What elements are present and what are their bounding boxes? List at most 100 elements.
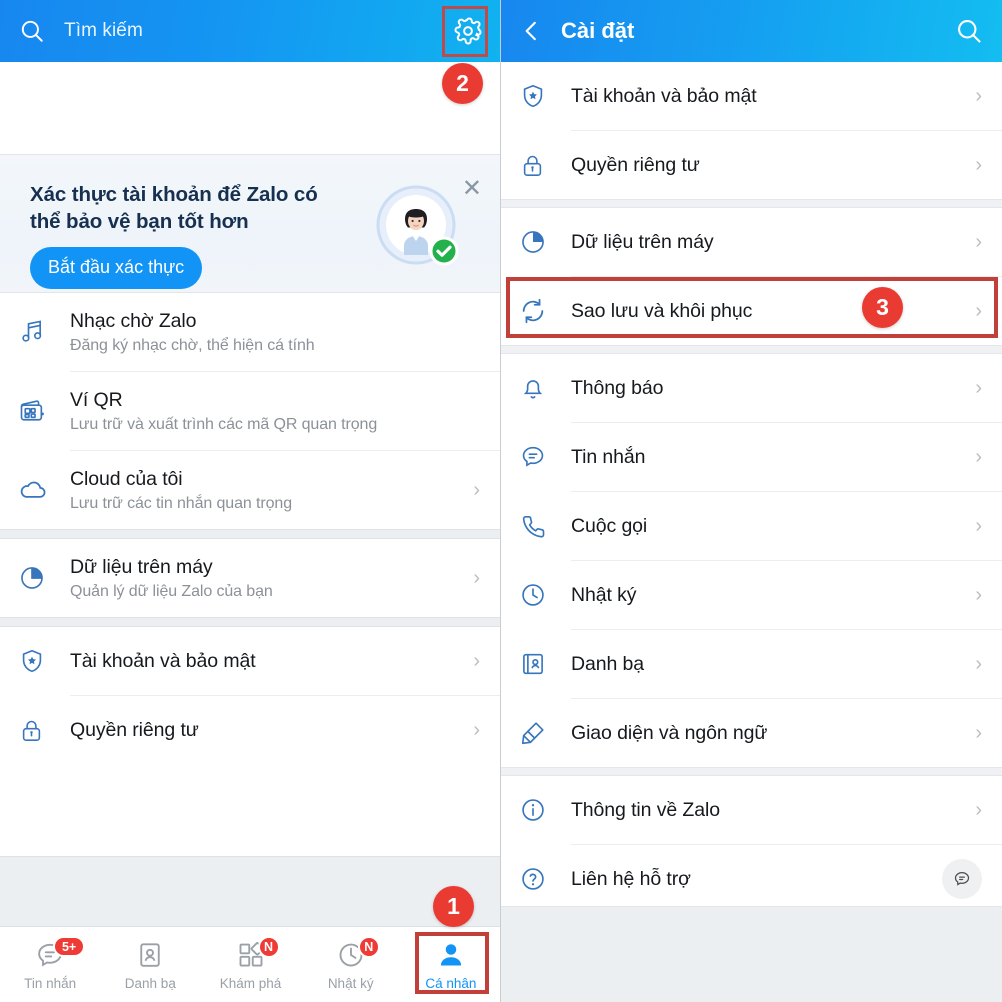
bottom-nav-nhat-ky[interactable]: N Nhật ký bbox=[301, 927, 401, 1002]
settings-app-bar: Cài đặt bbox=[501, 0, 1002, 62]
discover-grid-icon: N bbox=[236, 936, 280, 970]
list-item-vi-qr[interactable]: Ví QR Lưu trữ và xuất trình các mã QR qu… bbox=[0, 372, 500, 450]
list-item-nhac-cho-zalo[interactable]: Nhạc chờ Zalo Đăng ký nhạc chờ, thể hiện… bbox=[0, 293, 500, 371]
settings-item-title: Giao diện và ngôn ngữ bbox=[571, 721, 768, 744]
step-badge-1: 1 bbox=[433, 886, 474, 927]
settings-item-title: Tin nhắn bbox=[571, 445, 646, 468]
settings-item-title: Nhật ký bbox=[571, 583, 637, 606]
chevron-right-icon: › bbox=[975, 652, 982, 675]
chevron-right-icon: › bbox=[975, 514, 982, 537]
bottom-nav-danh-ba[interactable]: Danh bạ bbox=[100, 927, 200, 1002]
verified-avatar-illustration bbox=[376, 185, 462, 271]
settings-item-text: Nhật ký bbox=[571, 584, 967, 607]
bottom-nav-ca-nhan[interactable]: Cá nhân bbox=[401, 927, 500, 1002]
list-item-text: Quyền riêng tư bbox=[70, 719, 465, 742]
chevron-right-icon: › bbox=[473, 718, 480, 741]
chat-bubble-icon: 5+ bbox=[35, 936, 86, 970]
bottom-filler bbox=[0, 856, 500, 926]
settings-item-tai-khoan-va-bao-mat[interactable]: Tài khoản và bảo mật › bbox=[501, 62, 1002, 130]
sync-refresh-icon bbox=[519, 297, 571, 325]
settings-item-lien-he-ho-tro[interactable]: Liên hệ hỗ trợ bbox=[501, 845, 1002, 913]
search-placeholder-text: Tìm kiếm bbox=[64, 20, 143, 41]
search-icon[interactable] bbox=[0, 18, 64, 44]
settings-item-title: Thông tin về Zalo bbox=[571, 798, 720, 821]
pie-chart-icon bbox=[519, 228, 571, 256]
list-item-quyen-rieng-tu[interactable]: Quyền riêng tư › bbox=[0, 696, 500, 764]
start-verification-button[interactable]: Bắt đầu xác thực bbox=[30, 246, 203, 289]
new-badge: N bbox=[257, 936, 280, 958]
contacts-icon bbox=[135, 938, 165, 970]
settings-item-thong-tin-ve-zalo[interactable]: Thông tin về Zalo › bbox=[501, 776, 1002, 844]
chevron-right-icon: › bbox=[975, 376, 982, 399]
search-bar[interactable]: Tìm kiếm bbox=[0, 18, 436, 44]
pie-chart-icon bbox=[18, 564, 70, 592]
settings-item-giao-dien-va-ngon-ngu[interactable]: Giao diện và ngôn ngữ › bbox=[501, 699, 1002, 767]
chevron-right-icon: › bbox=[975, 84, 982, 107]
search-icon[interactable] bbox=[936, 17, 1002, 45]
qr-wallet-icon bbox=[18, 397, 70, 425]
list-item-text: Dữ liệu trên máy Quản lý dữ liệu Zalo củ… bbox=[70, 556, 465, 601]
list-item-du-lieu-tren-may[interactable]: Dữ liệu trên máy Quản lý dữ liệu Zalo củ… bbox=[0, 539, 500, 617]
settings-item-thong-bao[interactable]: Thông báo › bbox=[501, 354, 1002, 422]
list-item-text: Tài khoản và bảo mật bbox=[70, 650, 465, 673]
settings-item-du-lieu-tren-may[interactable]: Dữ liệu trên máy › bbox=[501, 208, 1002, 276]
music-note-icon bbox=[18, 318, 70, 346]
left-app-bar: Tìm kiếm bbox=[0, 0, 500, 62]
question-circle-icon bbox=[519, 865, 571, 893]
group-gap bbox=[501, 199, 1002, 208]
bottom-nav-label: Nhật ký bbox=[327, 976, 374, 991]
settings-item-text: Tin nhắn bbox=[571, 446, 967, 469]
list-item-subtitle: Quản lý dữ liệu Zalo của bạn bbox=[70, 582, 273, 600]
bottom-nav-label: Danh bạ bbox=[124, 976, 176, 991]
list-item-text: Ví QR Lưu trữ và xuất trình các mã QR qu… bbox=[70, 389, 480, 434]
shield-star-icon bbox=[519, 82, 571, 110]
bottom-nav-kham-pha[interactable]: N Khám phá bbox=[200, 927, 300, 1002]
chevron-right-icon: › bbox=[975, 798, 982, 821]
support-chat-button[interactable] bbox=[942, 859, 982, 899]
settings-item-title: Sao lưu và khôi phục bbox=[571, 299, 753, 322]
shield-star-icon bbox=[18, 647, 70, 675]
contacts-book-icon bbox=[519, 650, 571, 678]
verify-banner-title: Xác thực tài khoản để Zalo có thể bảo vệ… bbox=[30, 183, 318, 234]
chevron-right-icon: › bbox=[473, 478, 480, 501]
settings-item-title: Quyền riêng tư bbox=[571, 153, 700, 176]
settings-item-sao-luu-va-khoi-phuc[interactable]: Sao lưu và khôi phục › bbox=[501, 277, 1002, 345]
list-item-subtitle: Lưu trữ các tin nhắn quan trọng bbox=[70, 494, 293, 512]
bottom-nav-label: Tin nhắn bbox=[24, 976, 77, 991]
step-badge-3: 3 bbox=[862, 287, 903, 328]
settings-item-nhat-ky[interactable]: Nhật ký › bbox=[501, 561, 1002, 629]
profile-header-placeholder bbox=[0, 62, 500, 154]
settings-item-title: Tài khoản và bảo mật bbox=[571, 84, 757, 107]
list-item-title: Dữ liệu trên máy bbox=[70, 555, 213, 578]
settings-item-tin-nhan[interactable]: Tin nhắn › bbox=[501, 423, 1002, 491]
list-item-title: Tài khoản và bảo mật bbox=[70, 649, 256, 672]
chevron-right-icon: › bbox=[975, 583, 982, 606]
group-gap bbox=[501, 345, 1002, 354]
settings-item-title: Thông báo bbox=[571, 376, 664, 399]
list-item-title: Nhạc chờ Zalo bbox=[70, 309, 197, 332]
close-icon[interactable]: ✕ bbox=[462, 177, 482, 201]
lock-icon bbox=[18, 717, 70, 744]
group-gap bbox=[0, 529, 500, 539]
list-item-tai-khoan-va-bao-mat[interactable]: Tài khoản và bảo mật › bbox=[0, 627, 500, 695]
bottom-nav-label: Khám phá bbox=[219, 976, 282, 991]
person-icon bbox=[436, 938, 466, 970]
back-button[interactable] bbox=[501, 18, 561, 44]
unread-badge: 5+ bbox=[53, 936, 86, 957]
cloud-icon bbox=[18, 475, 70, 505]
settings-item-text: Thông tin về Zalo bbox=[571, 799, 967, 822]
chevron-right-icon: › bbox=[975, 230, 982, 253]
info-circle-icon bbox=[519, 796, 571, 824]
step-badge-2: 2 bbox=[442, 63, 483, 104]
list-item-title: Quyền riêng tư bbox=[70, 718, 199, 741]
settings-item-text: Cuộc gọi bbox=[571, 515, 967, 538]
bottom-nav-tin-nhan[interactable]: 5+ Tin nhắn bbox=[0, 927, 100, 1002]
list-item-cloud-cua-toi[interactable]: Cloud của tôi Lưu trữ các tin nhắn quan … bbox=[0, 451, 500, 529]
left-panel-profile: Tìm kiếm Xác thực tài khoản để Zalo có t… bbox=[0, 0, 501, 1002]
settings-item-cuoc-goi[interactable]: Cuộc gọi › bbox=[501, 492, 1002, 560]
settings-item-danh-ba[interactable]: Danh bạ › bbox=[501, 630, 1002, 698]
settings-item-text: Sao lưu và khôi phục bbox=[571, 300, 967, 323]
settings-gear-button[interactable] bbox=[436, 16, 500, 46]
settings-item-quyen-rieng-tu[interactable]: Quyền riêng tư › bbox=[501, 131, 1002, 199]
clock-icon: N bbox=[336, 936, 380, 970]
